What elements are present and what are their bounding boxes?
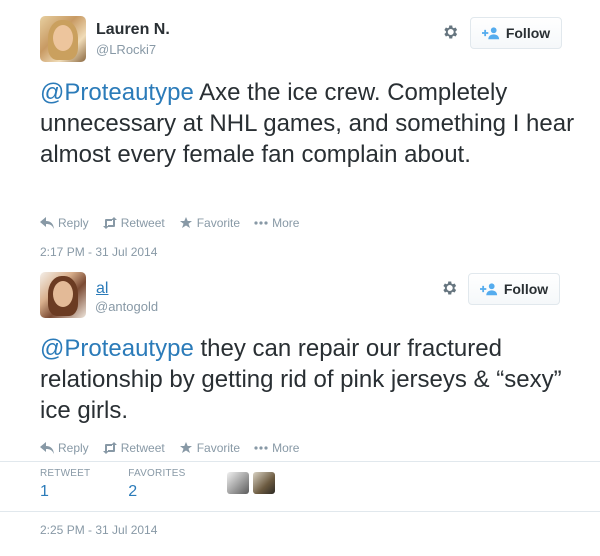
retweet-icon xyxy=(102,442,117,454)
favorite-label: Favorite xyxy=(196,441,241,455)
retweet-action[interactable]: Retweet xyxy=(102,216,165,230)
reply-label: Reply xyxy=(58,441,89,455)
retweet-label: Retweet xyxy=(120,216,165,230)
gear-icon[interactable] xyxy=(440,279,458,297)
avatar-face xyxy=(53,25,73,51)
reply-label: Reply xyxy=(58,216,89,230)
retweet-action[interactable]: Retweet xyxy=(102,441,165,455)
timestamp[interactable]: 2:25 PM - 31 Jul 2014 xyxy=(40,523,157,537)
favorites-count-label: FAVORITES xyxy=(128,468,186,479)
favoriter-avatar[interactable] xyxy=(253,472,276,494)
username[interactable]: @LRocki7 xyxy=(96,42,156,57)
star-icon xyxy=(179,442,192,453)
tweet-text: @Proteautype Axe the ice crew. Completel… xyxy=(40,77,580,170)
avatar-face xyxy=(53,281,73,307)
display-name[interactable]: Lauren N. xyxy=(96,21,170,39)
more-label: More xyxy=(272,441,300,455)
retweet-icon xyxy=(102,217,117,229)
retweet-stat[interactable]: RETWEET 1 xyxy=(40,468,90,501)
more-action[interactable]: More xyxy=(254,216,299,230)
avatar[interactable] xyxy=(40,16,86,62)
mention-link[interactable]: @Proteautype xyxy=(40,79,194,106)
reply-icon xyxy=(40,442,54,454)
tweet-stats: RETWEET 1 FAVORITES 2 xyxy=(40,468,276,501)
add-user-icon xyxy=(479,283,497,296)
favorite-action[interactable]: Favorite xyxy=(179,216,240,230)
more-action[interactable]: More xyxy=(254,441,299,455)
timestamp[interactable]: 2:17 PM - 31 Jul 2014 xyxy=(40,245,157,259)
gear-icon[interactable] xyxy=(441,23,459,41)
follow-button[interactable]: Follow xyxy=(468,273,560,305)
favorite-label: Favorite xyxy=(196,216,241,230)
tweet-lauren: Lauren N. @LRocki7 Follow @Proteautype A… xyxy=(0,0,600,268)
more-label: More xyxy=(272,216,300,230)
divider xyxy=(0,461,600,462)
more-icon xyxy=(254,221,268,225)
star-icon xyxy=(179,217,192,228)
display-name[interactable]: al xyxy=(96,280,108,298)
retweet-count-label: RETWEET xyxy=(40,468,91,479)
retweet-count: 1 xyxy=(40,483,49,500)
mention-link[interactable]: @Proteautype xyxy=(40,335,194,362)
favorites-stat[interactable]: FAVORITES 2 xyxy=(128,468,185,501)
reply-action[interactable]: Reply xyxy=(40,441,89,455)
divider xyxy=(0,511,600,512)
retweet-label: Retweet xyxy=(120,441,165,455)
favorite-action[interactable]: Favorite xyxy=(179,441,240,455)
follow-label: Follow xyxy=(505,25,551,41)
more-icon xyxy=(254,446,268,450)
tweet-actions: Reply Retweet Favorite More xyxy=(40,216,299,230)
favoriter-avatars xyxy=(227,472,276,494)
tweet-text: @Proteautype they can repair our fractur… xyxy=(40,333,580,426)
favorites-count: 2 xyxy=(128,483,138,500)
reply-action[interactable]: Reply xyxy=(40,216,89,230)
tweet-al: al @antogold Follow @Proteautype they ca… xyxy=(0,268,600,556)
favoriter-avatar[interactable] xyxy=(227,472,250,494)
avatar[interactable] xyxy=(40,272,86,318)
follow-label: Follow xyxy=(503,281,549,297)
reply-icon xyxy=(40,217,54,229)
tweet-actions: Reply Retweet Favorite More xyxy=(40,441,299,455)
username[interactable]: @antogold xyxy=(95,299,158,314)
add-user-icon xyxy=(481,27,499,40)
follow-button[interactable]: Follow xyxy=(470,17,562,49)
